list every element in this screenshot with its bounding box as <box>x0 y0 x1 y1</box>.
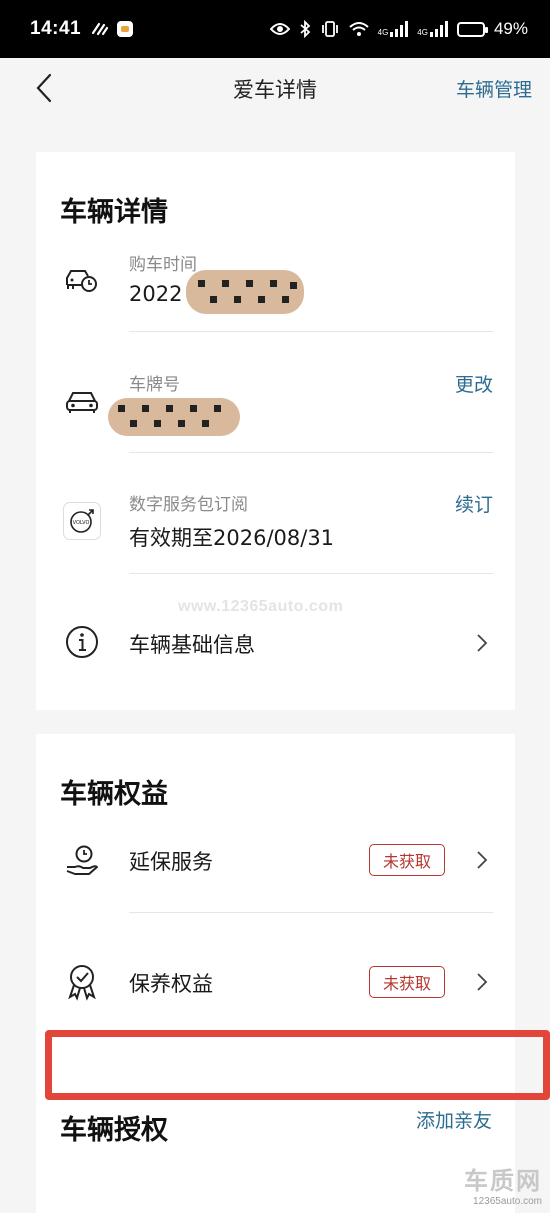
plate-row: 车牌号 更改 <box>36 364 515 454</box>
certificate-award-icon <box>62 962 102 1002</box>
benefit-row-extended-warranty[interactable]: 延保服务 未获取 <box>36 830 515 910</box>
add-family-friend-button[interactable]: 添加亲友 <box>416 1106 492 1133</box>
link-icon <box>92 22 109 36</box>
vehicle-management-link[interactable]: 车辆管理 <box>456 75 532 102</box>
back-button[interactable] <box>28 72 60 104</box>
volvo-logo-text: VOLVO <box>73 520 90 526</box>
corner-watermark-logo: 车质网 12365auto.com <box>464 1161 542 1207</box>
purchase-time-value: 2022 <box>129 282 183 306</box>
signal-1: 4G <box>378 21 409 37</box>
vehicle-details-card: 车辆详情 购车时间 2022 车牌号 更改 VOLVO 数字服务包订阅 续订 有… <box>36 152 515 710</box>
corner-logo-url: 12365auto.com <box>473 1196 542 1207</box>
section-title: 车辆权益 <box>60 779 168 810</box>
chevron-right-icon <box>477 851 488 869</box>
benefit-label: 延保服务 <box>129 850 213 874</box>
app-notification-icon <box>117 21 134 37</box>
nav-bar: 爱车详情 车辆管理 <box>0 58 550 120</box>
purchase-time-label: 购车时间 <box>129 255 197 275</box>
chevron-right-icon <box>477 634 488 652</box>
eye-icon <box>269 23 290 35</box>
status-notification-icons <box>91 21 134 37</box>
info-icon <box>62 622 102 662</box>
network-type-tag: 4G <box>417 28 428 37</box>
volvo-logo-icon: VOLVO <box>63 502 101 540</box>
status-badge: 未获取 <box>369 844 445 876</box>
car-clock-icon <box>62 260 102 300</box>
highlight-annotation <box>45 1030 550 1100</box>
divider <box>129 331 493 332</box>
section-title-authorization: 车辆授权 <box>60 1115 168 1146</box>
chevron-left-icon <box>36 73 52 103</box>
chevron-right-icon <box>477 973 488 991</box>
signal-bars-icon <box>429 21 448 37</box>
plate-label: 车牌号 <box>129 375 180 395</box>
status-system-icons: 4G 4G 49% <box>269 19 528 39</box>
status-time: 14:41 <box>30 18 82 39</box>
battery-icon <box>456 21 488 37</box>
benefit-row-maintenance[interactable]: 保养权益 未获取 <box>36 952 515 1032</box>
corner-logo-brand: 车质网 <box>464 1167 542 1195</box>
car-front-icon <box>62 382 102 422</box>
network-type-tag: 4G <box>377 28 389 37</box>
redaction-blob <box>186 270 304 314</box>
benefit-label: 保养权益 <box>129 972 213 996</box>
battery-percent: 49% <box>493 19 528 38</box>
section-title: 车辆详情 <box>60 197 168 228</box>
hand-clock-icon <box>62 840 102 880</box>
subscription-expiry: 有效期至2026/08/31 <box>129 526 335 550</box>
change-plate-button[interactable]: 更改 <box>455 370 493 397</box>
redaction-blob <box>108 398 240 436</box>
signal-bars-icon <box>390 21 409 37</box>
status-bar: 14:41 4G 4G 49% <box>0 0 550 58</box>
subscription-label: 数字服务包订阅 <box>129 495 248 515</box>
purchase-time-row: 购车时间 2022 <box>36 244 515 334</box>
status-badge: 未获取 <box>369 966 445 998</box>
divider <box>129 912 493 913</box>
divider <box>129 573 493 574</box>
bluetooth-icon <box>300 20 310 38</box>
basic-info-label: 车辆基础信息 <box>129 633 255 657</box>
divider <box>129 452 493 453</box>
vibrate-icon <box>321 21 338 37</box>
wifi-icon <box>348 22 369 36</box>
subscription-row: VOLVO 数字服务包订阅 续订 有效期至2026/08/31 <box>36 486 515 576</box>
watermark: www.12365auto.com <box>178 598 344 615</box>
renew-button[interactable]: 续订 <box>455 490 493 517</box>
signal-2: 4G <box>417 21 448 37</box>
